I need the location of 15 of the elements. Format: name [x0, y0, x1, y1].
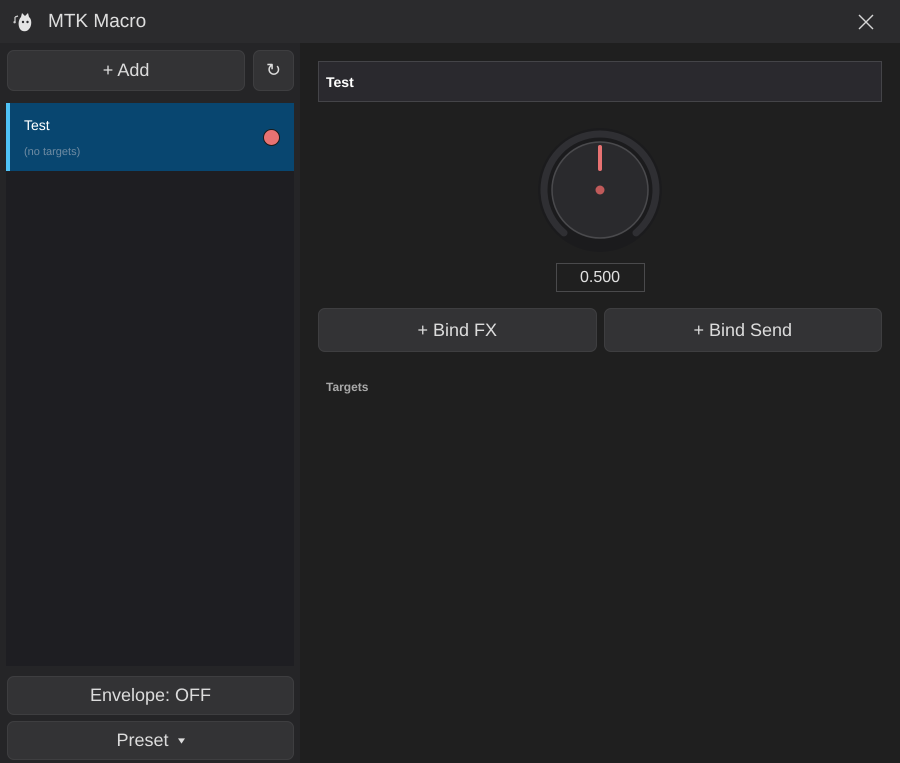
window-title: MTK Macro	[48, 10, 146, 32]
bind-button[interactable]: + Bind FX	[318, 308, 596, 352]
targets-heading: Targets	[326, 380, 370, 394]
caret-icon	[178, 738, 185, 744]
value-field[interactable]: 0.500	[556, 263, 644, 292]
preset-button[interactable]: Preset	[7, 721, 294, 760]
macro-subtitle: (no targets)	[24, 146, 82, 158]
close-icon[interactable]	[858, 14, 874, 30]
add-button[interactable]: + Add	[7, 50, 246, 91]
refresh-button[interactable]: ↻	[253, 50, 294, 91]
macro-name: Test	[24, 116, 51, 132]
bind-button[interactable]: + Bind Send	[604, 308, 882, 352]
macro-item[interactable]: Test (no targets)	[6, 103, 294, 171]
name-field[interactable]: Test	[318, 61, 882, 102]
envelope-button[interactable]: Envelope: OFF	[7, 676, 294, 715]
